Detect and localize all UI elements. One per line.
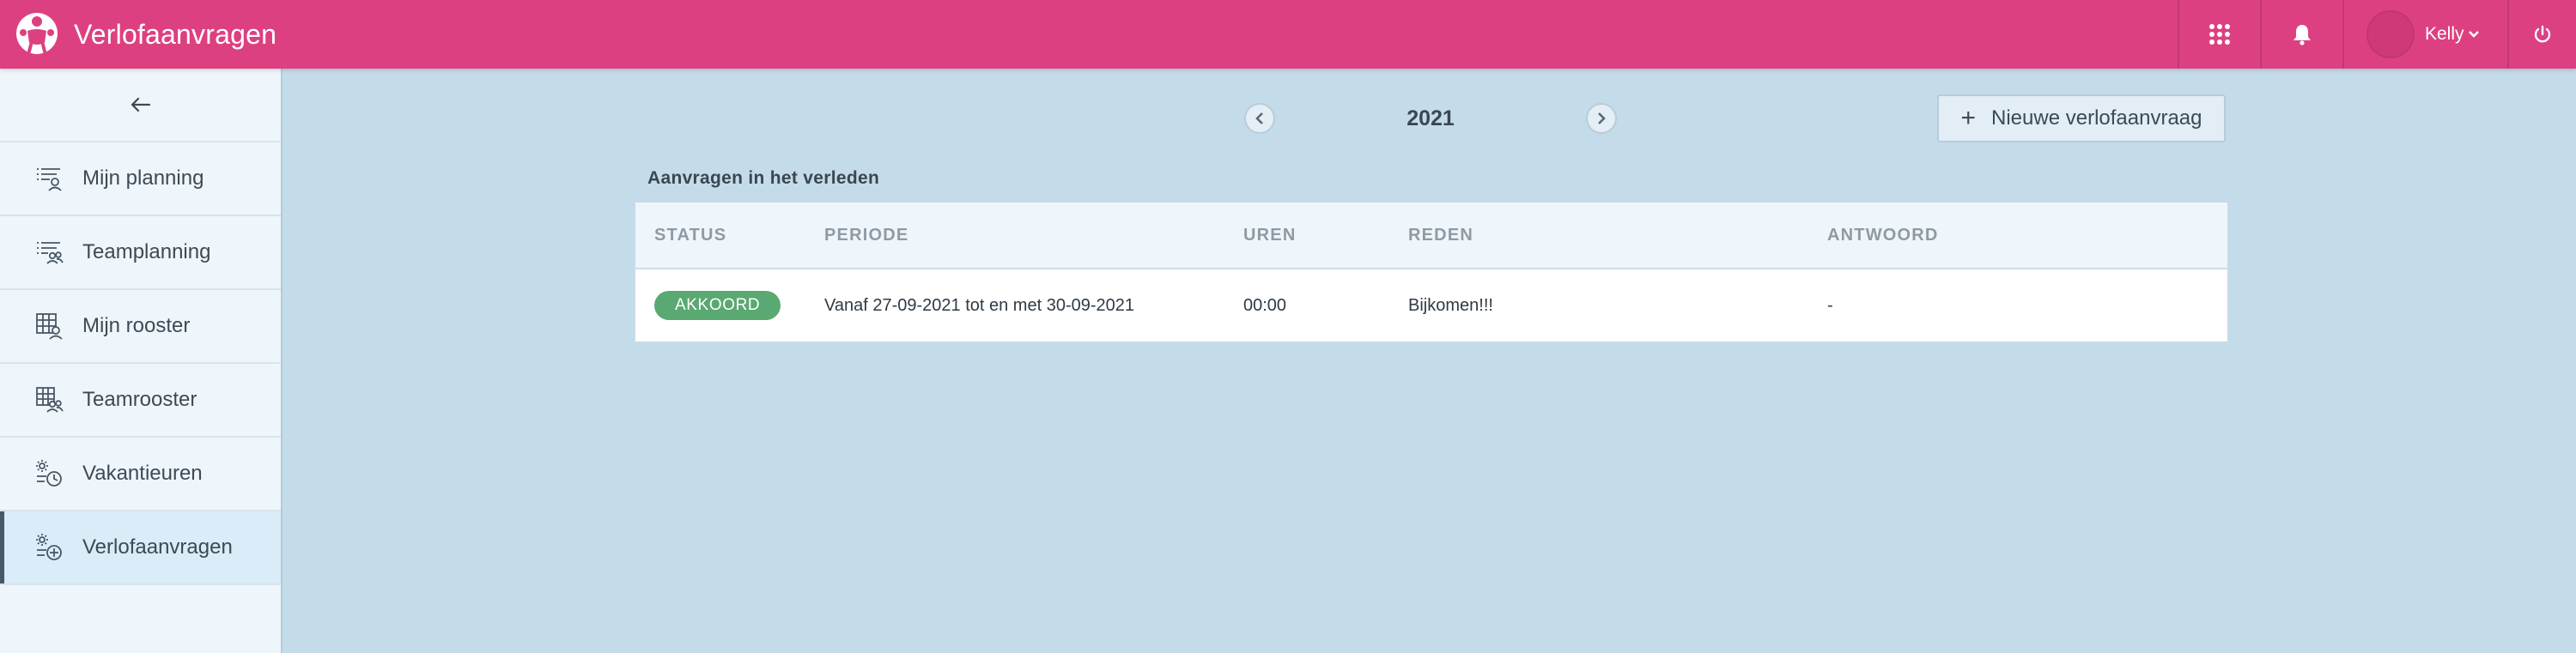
status-cell: AKKOORD [654, 269, 781, 342]
sidebar: Mijn planning Teamplanning Mijn rooster [0, 69, 283, 653]
grid-user-icon [36, 313, 63, 340]
reason-cell: Bijkomen!!! [1408, 295, 1493, 315]
table-header: STATUS PERIODE UREN REDEN ANTWOORD [635, 203, 2227, 269]
logout-button[interactable] [2509, 0, 2576, 69]
user-name: Kelly [2425, 24, 2464, 44]
previous-year-button[interactable] [1244, 103, 1275, 134]
column-header-reason: REDEN [1408, 225, 1474, 245]
chevron-left-icon [1255, 112, 1263, 124]
sidebar-item-teamrooster[interactable]: Teamrooster [0, 364, 281, 438]
plus-icon: + [1960, 104, 1977, 132]
past-requests-table: STATUS PERIODE UREN REDEN ANTWOORD AKKOO… [635, 203, 2227, 342]
sidebar-item-teamplanning[interactable]: Teamplanning [0, 216, 281, 290]
logo-icon [16, 13, 58, 54]
apps-grid-icon [2209, 24, 2230, 45]
list-user-icon [37, 168, 62, 191]
year-navigation: 2021 [1244, 103, 1617, 134]
chevron-right-icon [1598, 112, 1606, 124]
apps-button[interactable] [2179, 0, 2260, 69]
sidebar-item-label: Verlofaanvragen [82, 535, 233, 559]
app-title: Verlofaanvragen [74, 19, 277, 50]
table-row[interactable]: AKKOORD Vanaf 27-09-2021 tot en met 30-0… [635, 269, 2227, 342]
sidebar-item-label: Mijn planning [82, 166, 204, 190]
list-team-icon [37, 242, 64, 264]
avatar [2366, 10, 2415, 58]
sidebar-item-vakantieuren[interactable]: Vakantieuren [0, 438, 281, 511]
sun-clock-icon [36, 460, 62, 487]
year-label: 2021 [1406, 106, 1455, 130]
notifications-button[interactable] [2262, 0, 2342, 69]
period-cell: Vanaf 27-09-2021 tot en met 30-09-2021 [824, 295, 1134, 315]
sidebar-item-mijn-planning[interactable]: Mijn planning [0, 142, 281, 216]
top-bar: Verlofaanvragen Kelly [0, 0, 2576, 69]
hours-cell: 00:00 [1243, 295, 1287, 315]
column-header-hours: UREN [1243, 225, 1297, 245]
sidebar-item-label: Vakantieuren [82, 462, 203, 485]
status-badge: AKKOORD [654, 291, 781, 320]
next-year-button[interactable] [1586, 103, 1617, 134]
sidebar-item-label: Teamplanning [82, 240, 211, 263]
column-header-status: STATUS [654, 225, 727, 245]
back-button[interactable] [0, 69, 281, 142]
answer-cell: - [1827, 295, 1833, 315]
section-title: Aanvragen in het verleden [647, 168, 880, 188]
sidebar-item-verlofaanvragen[interactable]: Verlofaanvragen [0, 511, 281, 585]
power-icon [2534, 25, 2551, 43]
sidebar-item-label: Mijn rooster [82, 314, 191, 337]
chevron-down-icon [2468, 30, 2480, 39]
arrow-left-icon [131, 97, 150, 112]
column-header-period: PERIODE [824, 225, 909, 245]
bell-icon [2293, 25, 2311, 45]
grid-team-icon [36, 387, 64, 413]
new-leave-request-button[interactable]: + Nieuwe verlofaanvraag [1937, 94, 2226, 142]
user-menu-button[interactable]: Kelly [2344, 0, 2507, 69]
sidebar-item-mijn-rooster[interactable]: Mijn rooster [0, 290, 281, 364]
sidebar-item-label: Teamrooster [82, 388, 197, 411]
column-header-answer: ANTWOORD [1827, 225, 1939, 245]
new-request-label: Nieuwe verlofaanvraag [1991, 106, 2202, 130]
sun-plus-icon [36, 534, 62, 560]
